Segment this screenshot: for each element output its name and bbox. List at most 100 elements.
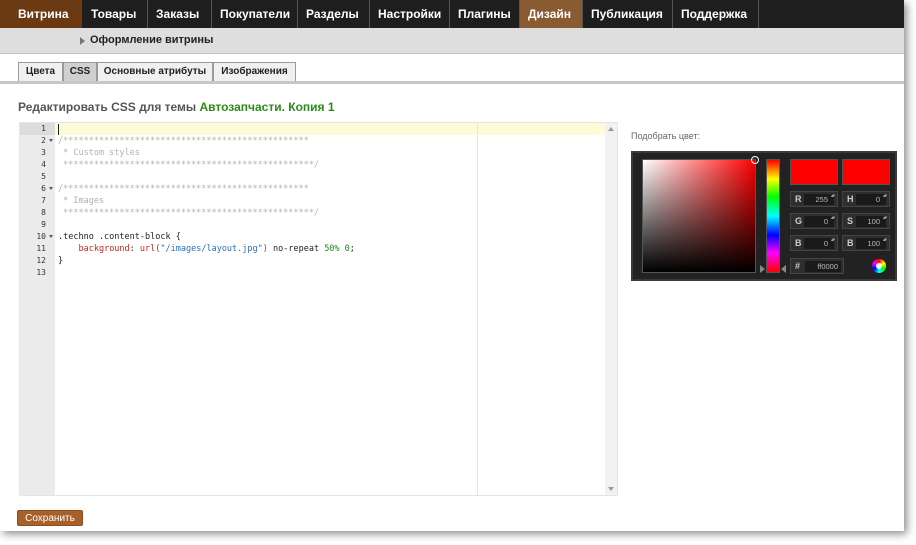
- blue-field[interactable]: B0: [790, 235, 838, 251]
- color-picker: R255 G0 B0 H0 S100 B100 #ff0000: [631, 151, 897, 281]
- code-line: /***************************************…: [58, 184, 309, 194]
- tab-css[interactable]: CSS: [63, 62, 97, 82]
- hex-field[interactable]: # ff0000: [790, 258, 844, 274]
- hue-field[interactable]: H0: [842, 191, 890, 207]
- nav-item-design[interactable]: Дизайн: [520, 0, 583, 47]
- saturation-field[interactable]: S 100: [842, 213, 890, 229]
- scroll-up-icon[interactable]: [608, 127, 614, 131]
- css-property: background: [78, 244, 130, 254]
- page-title-prefix: Редактировать CSS для темы: [18, 100, 197, 114]
- current-color-swatch: [842, 159, 890, 185]
- text-cursor: [58, 124, 59, 135]
- css-string: "/images/layout.jpg": [160, 244, 263, 254]
- tab-colors[interactable]: Цвета: [18, 62, 63, 82]
- tab-underline: [0, 81, 904, 84]
- fold-arrow-icon[interactable]: [49, 139, 53, 142]
- nav-item-label: Покупатели: [220, 7, 291, 21]
- line-number: 10: [20, 231, 55, 243]
- saturation-label: S: [847, 216, 854, 226]
- line-number: 2: [20, 135, 55, 147]
- nav-item-label: Поддержка: [681, 7, 748, 21]
- green-field[interactable]: G0: [790, 213, 838, 229]
- triangle-right-icon: [80, 37, 85, 45]
- code-line: .techno .content-block {: [58, 232, 181, 242]
- saturation-value-area[interactable]: [642, 156, 759, 273]
- css-code-editor[interactable]: 1 2 3 4 5 6 7 8 9 10 11 12 13 /*********…: [19, 122, 618, 496]
- hex-value[interactable]: ff0000: [805, 261, 841, 272]
- red-label: R: [795, 194, 802, 204]
- color-selector-handle[interactable]: [751, 156, 759, 164]
- line-number: 5: [41, 172, 46, 181]
- brightness-label: B: [847, 238, 854, 248]
- code-line: background: url("/images/layout.jpg") no…: [78, 244, 355, 254]
- nav-item-support[interactable]: Поддержка: [673, 0, 759, 47]
- hue-label: H: [847, 194, 854, 204]
- scroll-down-icon[interactable]: [608, 487, 614, 491]
- nav-item-label: Дизайн: [528, 7, 572, 21]
- code-line: * Custom styles: [58, 148, 140, 158]
- blue-value[interactable]: 0: [804, 237, 834, 249]
- nav-item-customers[interactable]: Покупатели: [212, 0, 298, 47]
- sub-navigation-bar: Оформление витрины: [0, 28, 904, 54]
- nav-item-label: Плагины: [458, 7, 511, 21]
- code-line: * Images: [58, 196, 105, 206]
- line-number: 4: [41, 160, 46, 169]
- subnav-item-storefront-design[interactable]: Оформление витрины: [90, 34, 213, 46]
- page-title: Редактировать CSS для темы Автозапчасти.…: [18, 100, 335, 114]
- red-field[interactable]: R 255: [790, 191, 838, 207]
- new-color-swatch: [790, 159, 838, 185]
- red-value[interactable]: 255: [804, 193, 834, 205]
- green-value[interactable]: 0: [804, 215, 834, 227]
- code-line: ****************************************…: [58, 160, 319, 170]
- nav-item-label: Разделы: [306, 7, 359, 21]
- editor-scrollbar[interactable]: [605, 123, 617, 495]
- brightness-value[interactable]: 100: [856, 237, 886, 249]
- blue-label: B: [795, 238, 802, 248]
- nav-item-label: Товары: [91, 7, 137, 21]
- active-line-highlight: [55, 123, 606, 135]
- css-number: 50%: [324, 244, 340, 254]
- line-number: 11: [36, 244, 46, 253]
- hue-arrow-right-icon: [781, 265, 786, 273]
- line-number: 1: [20, 123, 55, 135]
- code-line: /***************************************…: [58, 136, 309, 146]
- line-number: 8: [41, 208, 46, 217]
- fold-arrow-icon[interactable]: [49, 187, 53, 190]
- hex-label: #: [795, 261, 801, 271]
- nav-item-label: Заказы: [156, 7, 200, 21]
- nav-item-settings[interactable]: Настройки: [370, 0, 450, 47]
- code-line: ****************************************…: [58, 208, 319, 218]
- tab-images[interactable]: Изображения: [213, 62, 296, 82]
- line-number: 3: [41, 148, 46, 157]
- nav-item-products[interactable]: Товары: [83, 0, 148, 47]
- nav-item-publication[interactable]: Публикация: [583, 0, 673, 47]
- hue-arrow-left-icon: [760, 265, 765, 273]
- line-number: 13: [36, 268, 46, 277]
- hue-slider[interactable]: [766, 159, 780, 273]
- fold-arrow-icon[interactable]: [49, 235, 53, 238]
- nav-item-sections[interactable]: Разделы: [298, 0, 370, 47]
- line-number: 6: [20, 183, 55, 195]
- hue-value[interactable]: 0: [856, 193, 886, 205]
- app-frame: Витрина Товары Заказы Покупатели Разделы…: [0, 0, 904, 531]
- line-number: 7: [41, 196, 46, 205]
- top-navigation: Витрина Товары Заказы Покупатели Разделы…: [0, 0, 904, 47]
- nav-item-orders[interactable]: Заказы: [148, 0, 212, 47]
- theme-name: Автозапчасти. Копия 1: [199, 100, 335, 114]
- nav-item-plugins[interactable]: Плагины: [450, 0, 520, 47]
- line-number: 9: [41, 220, 46, 229]
- line-number: 12: [36, 256, 46, 265]
- brand-tab-vitrina[interactable]: Витрина: [0, 0, 82, 28]
- green-label: G: [795, 216, 803, 226]
- tab-main-attributes[interactable]: Основные атрибуты: [97, 62, 213, 82]
- color-picker-label: Подобрать цвет:: [631, 131, 700, 141]
- nav-item-label: Публикация: [591, 7, 663, 21]
- print-margin: [477, 123, 478, 495]
- save-button[interactable]: Сохранить: [17, 510, 83, 526]
- brightness-field[interactable]: B 100: [842, 235, 890, 251]
- color-wheel-icon[interactable]: [872, 259, 886, 273]
- nav-item-label: Настройки: [378, 7, 442, 21]
- line-number-gutter: 1 2 3 4 5 6 7 8 9 10 11 12 13: [20, 123, 55, 495]
- code-line: }: [58, 256, 64, 266]
- saturation-value[interactable]: 100: [856, 215, 886, 227]
